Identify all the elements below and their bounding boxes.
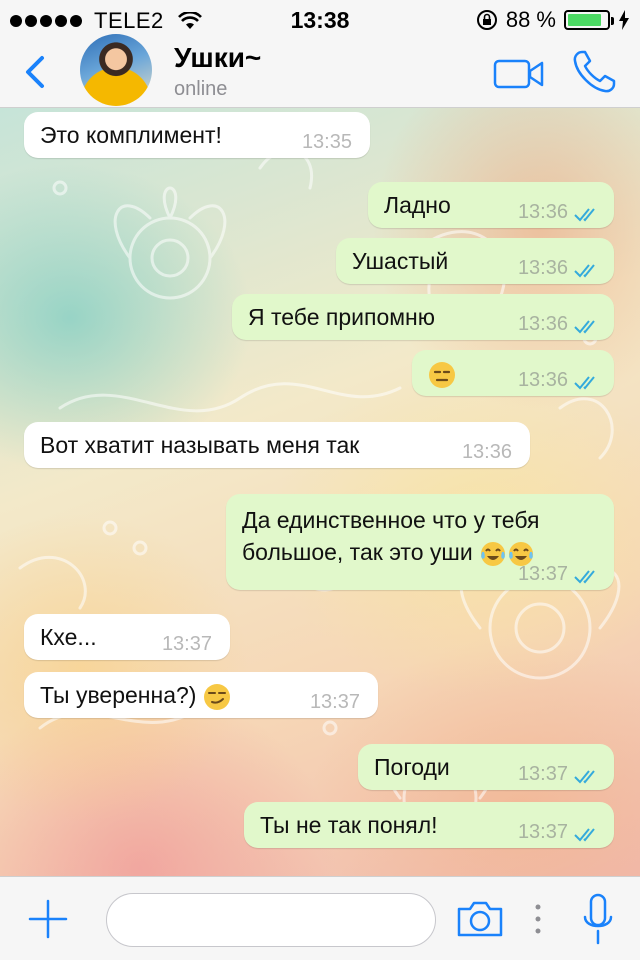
status-bar: TELE2 13:38 88 % <box>0 0 640 40</box>
message-time: 13:37 <box>517 763 568 785</box>
message-outgoing[interactable]: Ты не так понял! 13:37 <box>244 802 614 848</box>
message-outgoing[interactable]: Ушастый 13:36 <box>336 238 614 284</box>
message-outgoing[interactable]: Погоди 13:37 <box>358 744 614 790</box>
chat-header: Ушки~ online <box>0 34 640 108</box>
message-time: 13:36 <box>461 441 512 463</box>
chat-area[interactable]: Это комплимент! 13:35 Ладно 13:36 Ушасты… <box>0 108 640 876</box>
message-text: Ушастый <box>352 248 449 274</box>
message-text: Я тебе припомню <box>248 304 436 330</box>
voice-call-button[interactable] <box>570 48 620 96</box>
read-receipt-icon <box>574 828 595 842</box>
camera-button[interactable] <box>455 899 505 939</box>
input-bar <box>0 876 640 960</box>
message-time: 13:36 <box>517 201 568 223</box>
message-text: Это комплимент! <box>40 122 222 148</box>
read-receipt-icon <box>574 264 595 278</box>
message-incoming[interactable]: Это комплимент! 13:35 <box>24 112 370 158</box>
contact-name[interactable]: Ушки~ <box>174 42 261 74</box>
message-text: Вот хватит называть меня так <box>40 432 360 458</box>
message-time: 13:36 <box>517 313 568 335</box>
message-time: 13:37 <box>309 691 360 713</box>
message-outgoing[interactable]: 13:36 <box>412 350 614 396</box>
more-options-icon[interactable] <box>533 903 543 935</box>
read-receipt-icon <box>574 770 595 784</box>
attach-plus-button[interactable] <box>28 899 68 939</box>
video-call-button[interactable] <box>493 58 545 90</box>
status-right: 88 % <box>476 7 630 33</box>
battery-percent: 88 % <box>505 7 556 32</box>
read-receipt-icon <box>574 208 595 222</box>
message-time: 13:35 <box>301 131 352 153</box>
message-time: 13:37 <box>161 633 212 655</box>
message-outgoing[interactable]: Да единственное что у тебя большое, так … <box>226 494 614 590</box>
tears-of-joy-icon <box>481 541 506 566</box>
message-incoming[interactable]: Ты уверенна?) 13:37 <box>24 672 378 718</box>
message-outgoing[interactable]: Я тебе припомню 13:36 <box>232 294 614 340</box>
message-input[interactable] <box>106 893 436 947</box>
message-text: Ладно <box>384 192 451 218</box>
contact-status: online <box>174 78 228 100</box>
message-text: Ты не так понял! <box>260 812 438 838</box>
message-incoming[interactable]: Кхе... 13:37 <box>24 614 230 660</box>
read-receipt-icon <box>574 320 595 334</box>
back-button[interactable] <box>18 52 54 92</box>
battery-icon <box>564 10 614 30</box>
message-text-with-emoji: Ты уверенна?) <box>40 681 231 711</box>
message-time: 13:37 <box>517 821 568 843</box>
smirking-face-icon <box>203 683 230 710</box>
expressionless-face-icon <box>429 361 455 388</box>
charging-bolt-icon <box>619 10 629 30</box>
message-time: 13:36 <box>517 369 568 391</box>
microphone-button[interactable] <box>582 893 614 947</box>
message-emoji <box>428 359 456 389</box>
message-time: 13:36 <box>517 257 568 279</box>
message-time: 13:37 <box>517 563 568 585</box>
read-receipt-icon <box>574 570 595 584</box>
read-receipt-icon <box>574 376 595 390</box>
message-text: Погоди <box>374 754 450 780</box>
contact-avatar[interactable] <box>80 34 152 106</box>
orientation-lock-icon <box>476 10 497 30</box>
message-outgoing[interactable]: Ладно 13:36 <box>368 182 614 228</box>
message-incoming[interactable]: Вот хватит называть меня так 13:36 <box>24 422 530 468</box>
message-text-with-emoji: Да единственное что у тебя большое, так … <box>242 504 602 568</box>
message-text: Кхе... <box>40 624 97 650</box>
message-text: Ты уверенна?) <box>40 682 197 708</box>
